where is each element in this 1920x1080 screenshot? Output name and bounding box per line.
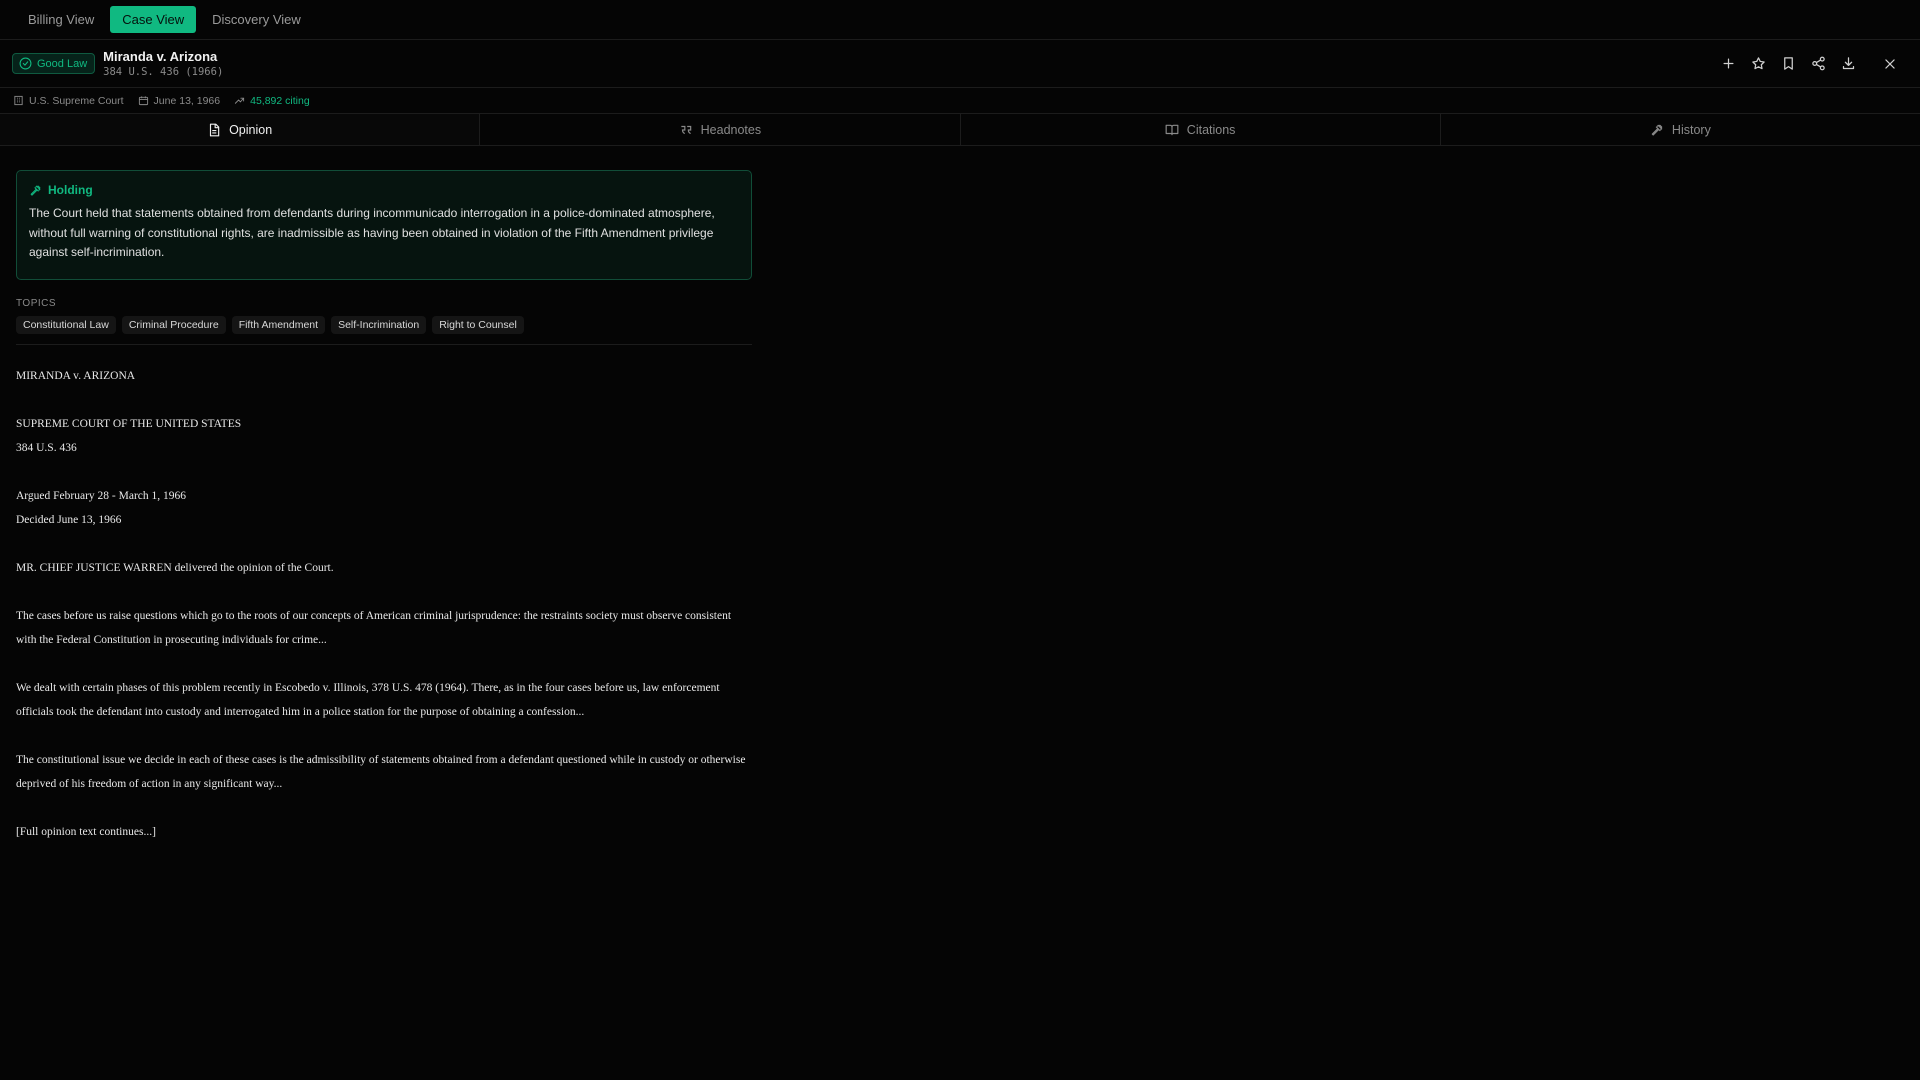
opinion-reporter: 384 U.S. 436	[16, 441, 77, 454]
download-button[interactable]	[1838, 54, 1858, 74]
opinion-court: SUPREME COURT OF THE UNITED STATES	[16, 417, 242, 430]
document-icon	[209, 123, 220, 136]
add-button[interactable]	[1718, 54, 1738, 74]
opinion-paragraph: The constitutional issue we decide in ea…	[16, 753, 746, 790]
check-circle-icon	[19, 57, 32, 70]
share-button[interactable]	[1808, 54, 1828, 74]
close-button[interactable]	[1880, 54, 1900, 74]
plus-icon	[1723, 58, 1733, 69]
tab-opinion[interactable]: Opinion	[0, 114, 481, 145]
status-badge: Good Law	[12, 53, 96, 74]
tab-headnotes-label: Headnotes	[700, 122, 762, 137]
meta-court: U.S. Supreme Court	[13, 95, 124, 107]
opinion-decided: Decided June 13, 1966	[16, 513, 122, 526]
opinion-caption: MIRANDA v. ARIZONA	[16, 369, 136, 382]
meta-date: June 13, 1966	[138, 94, 221, 107]
case-title: Miranda v. Arizona	[103, 48, 218, 64]
header-actions	[1718, 54, 1908, 74]
star-icon	[1751, 57, 1765, 70]
tab-case-view[interactable]: Case View	[110, 6, 197, 33]
opinion-court-reporter: SUPREME COURT OF THE UNITED STATES 384 U…	[16, 412, 752, 460]
topics-list: Constitutional Law Criminal Procedure Fi…	[16, 315, 752, 345]
calendar-icon	[138, 96, 148, 106]
gavel-icon	[1651, 124, 1663, 136]
tab-billing-view[interactable]: Billing View	[16, 6, 106, 33]
holding-label: Holding	[48, 183, 93, 197]
topic-tag[interactable]: Right to Counsel	[432, 315, 524, 334]
status-badge-label: Good Law	[37, 57, 88, 70]
opinion-argued: Argued February 28 - March 1, 1966	[16, 489, 187, 502]
topic-tag[interactable]: Fifth Amendment	[231, 315, 326, 334]
opinion-paragraph: The cases before us raise questions whic…	[16, 609, 732, 646]
opinion-dates: Argued February 28 - March 1, 1966 Decid…	[16, 484, 752, 532]
meta-date-label: June 13, 1966	[153, 94, 221, 107]
tab-history[interactable]: History	[1441, 114, 1920, 145]
gavel-icon	[30, 185, 41, 196]
meta-citing[interactable]: 45,892 citing	[234, 95, 310, 107]
tab-discovery-view[interactable]: Discovery View	[200, 6, 313, 33]
tab-opinion-label: Opinion	[229, 122, 273, 137]
case-citation: 384 U.S. 436 (1966)	[103, 65, 224, 78]
tab-history-label: History	[1671, 122, 1711, 137]
download-icon	[1842, 57, 1854, 70]
meta-court-label: U.S. Supreme Court	[29, 94, 124, 107]
bookmark-button[interactable]	[1778, 54, 1798, 74]
holding-card: Holding The Court held that statements o…	[16, 170, 752, 280]
share-icon	[1811, 56, 1825, 71]
holding-header: Holding	[29, 183, 739, 197]
opinion-author: MR. CHIEF JUSTICE WARREN delivered the o…	[16, 561, 334, 574]
case-header: Good Law Miranda v. Arizona 384 U.S. 436…	[0, 40, 1920, 88]
favorite-button[interactable]	[1748, 54, 1768, 74]
opinion-text: MIRANDA v. ARIZONA SUPREME COURT OF THE …	[16, 364, 752, 844]
book-open-icon	[1165, 124, 1179, 135]
trending-up-icon	[235, 97, 245, 104]
view-switcher: Billing View Case View Discovery View	[0, 0, 1920, 40]
bookmark-icon	[1783, 57, 1793, 70]
close-icon	[1885, 58, 1895, 69]
quote-icon	[680, 125, 691, 134]
section-tabs: Opinion Headnotes Citations History	[0, 114, 1920, 146]
building-icon	[14, 95, 23, 106]
topics-label: TOPICS	[16, 297, 57, 309]
tab-headnotes[interactable]: Headnotes	[480, 114, 961, 145]
topic-tag[interactable]: Self-Incrimination	[331, 315, 427, 334]
opinion-panel: Holding The Court held that statements o…	[16, 146, 752, 844]
opinion-paragraph: We dealt with certain phases of this pro…	[16, 681, 720, 718]
opinion-continues: [Full opinion text continues...]	[16, 825, 156, 838]
topic-tag[interactable]: Constitutional Law	[16, 315, 116, 334]
case-meta: U.S. Supreme Court June 13, 1966 45,892 …	[0, 88, 1920, 114]
meta-citing-label: 45,892 citing	[250, 94, 310, 107]
tab-citations[interactable]: Citations	[961, 114, 1441, 145]
tab-citations-label: Citations	[1186, 122, 1236, 137]
holding-text: The Court held that statements obtained …	[29, 206, 715, 259]
topic-tag[interactable]: Criminal Procedure	[121, 315, 226, 334]
